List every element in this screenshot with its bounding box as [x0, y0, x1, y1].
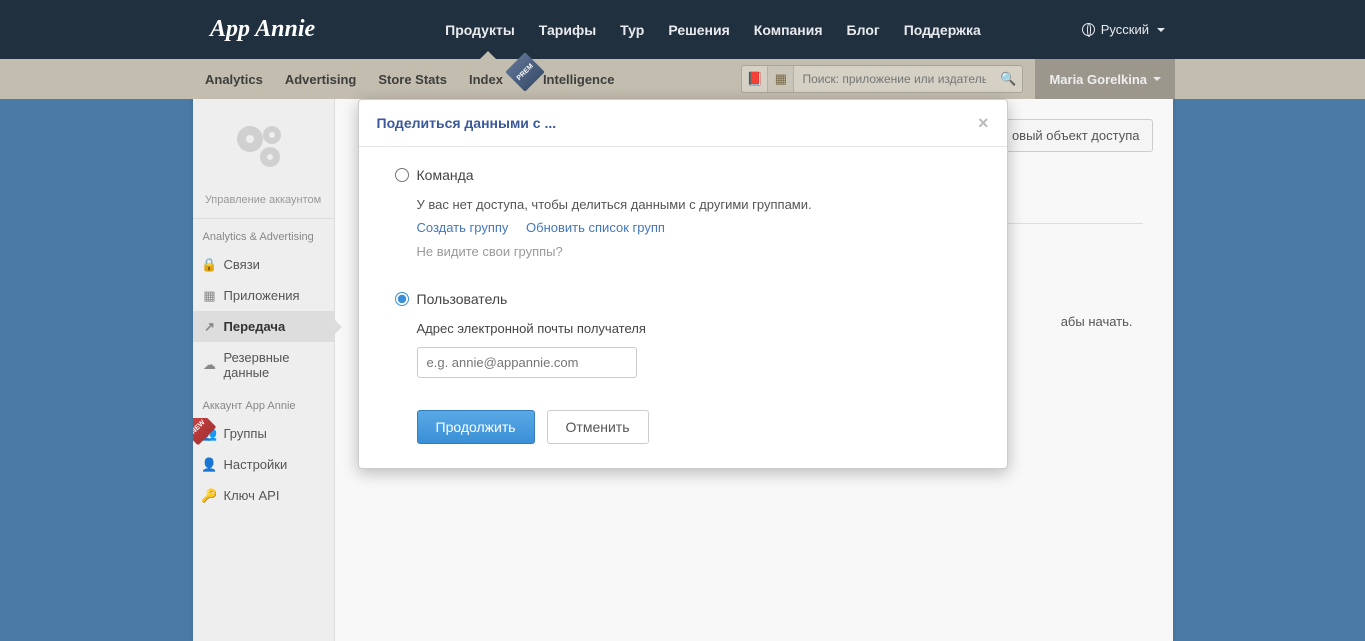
continue-button[interactable]: Продолжить: [417, 410, 535, 444]
radio-user-label: Пользователь: [417, 291, 508, 307]
radio-team-label: Команда: [417, 167, 474, 183]
close-icon[interactable]: ×: [978, 114, 989, 132]
modal-actions: Продолжить Отменить: [395, 410, 979, 444]
refresh-groups-link[interactable]: Обновить список групп: [526, 220, 665, 235]
team-no-access-text: У вас нет доступа, чтобы делиться данным…: [417, 193, 979, 216]
team-detail: У вас нет доступа, чтобы делиться данным…: [395, 193, 979, 263]
user-detail: Адрес электронной почты получателя: [395, 317, 979, 377]
modal-title: Поделиться данными с ...: [377, 115, 557, 131]
cancel-button[interactable]: Отменить: [547, 410, 649, 444]
email-label: Адрес электронной почты получателя: [417, 317, 979, 340]
create-group-link[interactable]: Создать группу: [417, 220, 509, 235]
radio-group-team: Команда У вас нет доступа, чтобы делитьс…: [395, 167, 979, 263]
modal-body: Команда У вас нет доступа, чтобы делитьс…: [359, 147, 1007, 468]
radio-team[interactable]: [395, 168, 409, 182]
not-seeing-text: Не видите свои группы?: [417, 240, 979, 263]
share-modal: Поделиться данными с ... × Команда У вас…: [358, 99, 1008, 469]
radio-user[interactable]: [395, 292, 409, 306]
email-input[interactable]: [417, 347, 637, 378]
modal-overlay: Поделиться данными с ... × Команда У вас…: [0, 0, 1365, 641]
radio-group-user: Пользователь Адрес электронной почты пол…: [395, 291, 979, 377]
modal-header: Поделиться данными с ... ×: [359, 100, 1007, 147]
